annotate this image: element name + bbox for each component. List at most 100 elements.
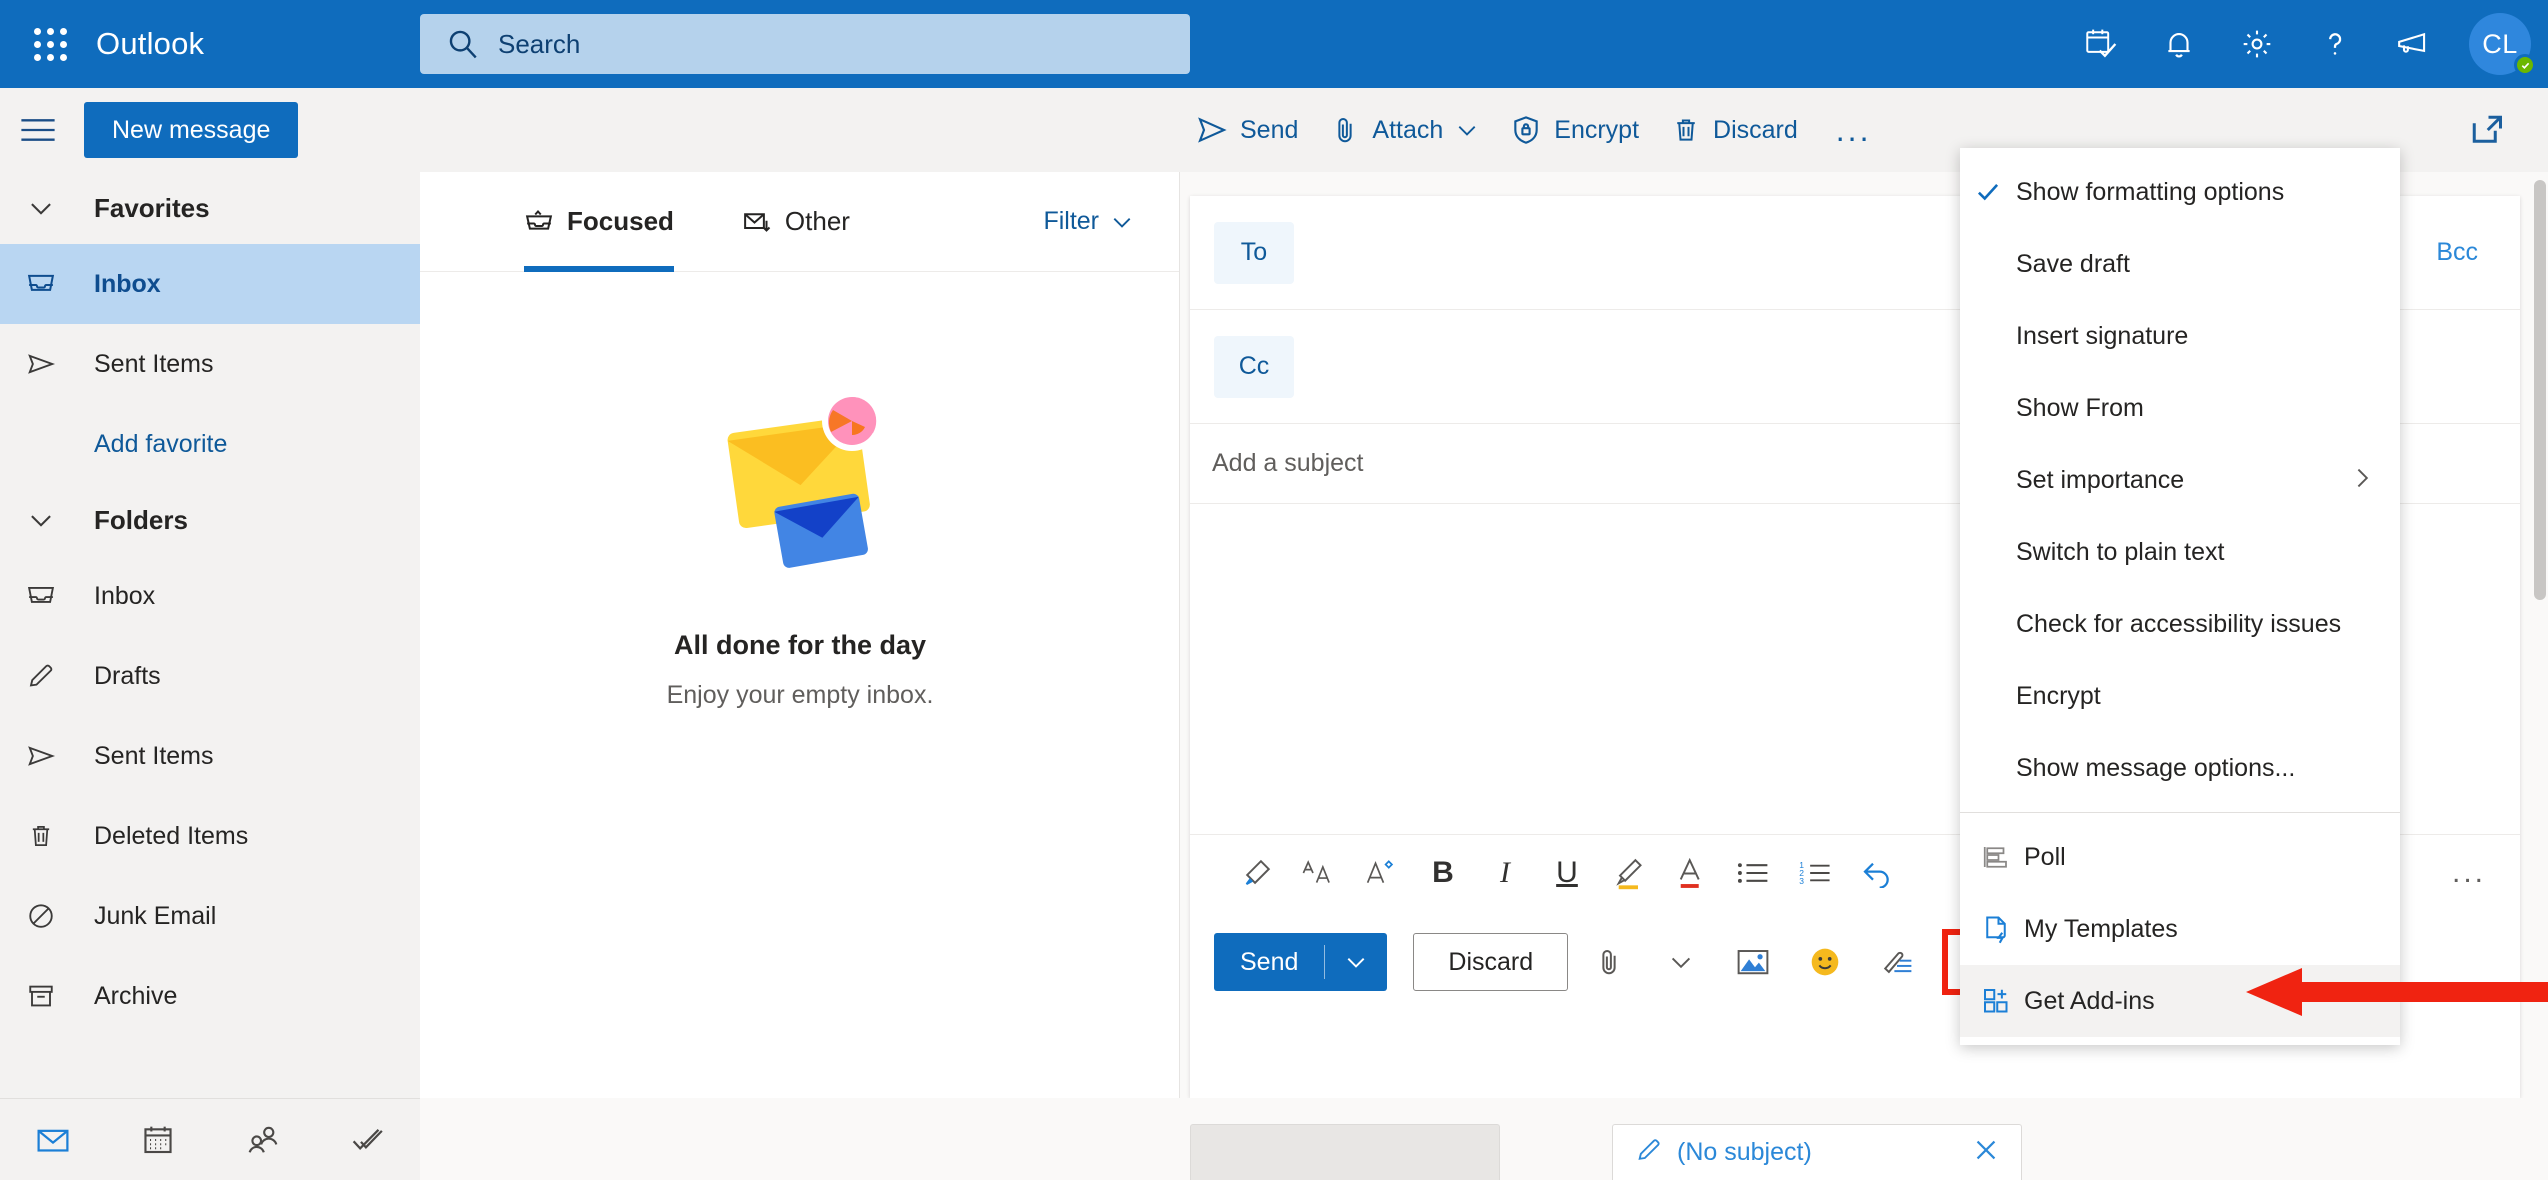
menu-item-check-accessibility[interactable]: Check for accessibility issues xyxy=(1960,588,2400,660)
scrollbar-thumb[interactable] xyxy=(2534,180,2546,600)
new-message-button[interactable]: New message xyxy=(84,102,299,158)
tab-other[interactable]: Other xyxy=(742,172,850,272)
menu-item-insert-signature[interactable]: Insert signature xyxy=(1960,300,2400,372)
subject-placeholder: Add a subject xyxy=(1212,449,1364,477)
chevron-down-icon xyxy=(24,195,58,221)
send-button-label: Send xyxy=(1240,947,1299,976)
cc-chip[interactable]: Cc xyxy=(1214,335,1294,398)
block-icon xyxy=(24,901,58,931)
folders-title: Folders xyxy=(94,504,188,535)
compose-more-command[interactable]: ... xyxy=(1814,88,1894,172)
sidebar-label: Inbox xyxy=(94,581,156,610)
bulleted-list-icon[interactable] xyxy=(1722,842,1784,904)
discard-command[interactable]: Discard xyxy=(1655,88,1814,172)
discard-button[interactable]: Discard xyxy=(1413,933,1569,991)
menu-item-save-draft[interactable]: Save draft xyxy=(1960,228,2400,300)
focused-inbox-icon xyxy=(525,209,553,230)
archive-icon xyxy=(24,981,58,1011)
menu-item-label: Encrypt xyxy=(2016,681,2101,710)
calendar-app-icon[interactable] xyxy=(105,1099,210,1180)
send-options-chevron-icon[interactable] xyxy=(1325,951,1387,973)
draft-tab[interactable]: (No subject) xyxy=(1612,1124,2022,1180)
send-button[interactable]: Send xyxy=(1214,933,1388,991)
empty-inbox-illustration xyxy=(727,391,882,568)
attach-chevron-icon[interactable] xyxy=(1650,931,1712,993)
addins-icon xyxy=(1968,986,2024,1016)
popout-icon[interactable] xyxy=(2454,88,2520,172)
chevron-down-icon xyxy=(24,507,58,533)
empty-state-subtitle: Enjoy your empty inbox. xyxy=(666,681,934,709)
help-icon[interactable] xyxy=(2296,0,2374,88)
undo-icon[interactable] xyxy=(1846,842,1908,904)
menu-item-poll[interactable]: Poll xyxy=(1960,821,2400,893)
mail-app-icon[interactable] xyxy=(0,1099,105,1180)
gear-icon[interactable] xyxy=(2218,0,2296,88)
font-size-icon[interactable] xyxy=(1350,842,1412,904)
sidebar-item-inbox[interactable]: Inbox xyxy=(0,556,420,636)
numbered-list-icon[interactable]: 123 xyxy=(1784,842,1846,904)
formatting-more-button[interactable]: ... xyxy=(2452,856,2486,890)
menu-item-show-formatting-options[interactable]: Show formatting options xyxy=(1960,156,2400,228)
people-app-icon[interactable] xyxy=(210,1099,315,1180)
attach-icon[interactable] xyxy=(1578,931,1640,993)
menu-item-label: Set importance xyxy=(2016,465,2185,494)
hamburger-menu-icon[interactable] xyxy=(0,88,76,172)
sidebar-item-deleted-items[interactable]: Deleted Items xyxy=(0,796,420,876)
menu-item-set-importance[interactable]: Set importance xyxy=(1960,444,2400,516)
vertical-scrollbar[interactable] xyxy=(2532,180,2548,1090)
close-icon[interactable] xyxy=(1973,1137,1999,1168)
italic-icon[interactable]: I xyxy=(1474,842,1536,904)
bold-icon[interactable]: B xyxy=(1412,842,1474,904)
menu-item-label: Check for accessibility issues xyxy=(2016,609,2342,638)
send-command-label: Send xyxy=(1240,115,1299,144)
underline-icon[interactable]: U xyxy=(1536,842,1598,904)
filter-button[interactable]: Filter xyxy=(1043,207,1133,236)
sidebar-item-drafts[interactable]: Drafts xyxy=(0,636,420,716)
menu-item-show-message-options[interactable]: Show message options... xyxy=(1960,732,2400,804)
todo-app-icon[interactable] xyxy=(315,1099,420,1180)
font-icon[interactable] xyxy=(1288,842,1350,904)
templates-icon xyxy=(1968,914,2024,944)
sidebar-item-favorites-sent[interactable]: Sent Items xyxy=(0,324,420,404)
megaphone-icon[interactable] xyxy=(2374,0,2452,88)
signature-icon[interactable] xyxy=(1866,931,1928,993)
font-color-icon[interactable] xyxy=(1660,842,1722,904)
menu-item-switch-to-plain-text[interactable]: Switch to plain text xyxy=(1960,516,2400,588)
send-command[interactable]: Send xyxy=(1180,88,1314,172)
sidebar-item-junk-email[interactable]: Junk Email xyxy=(0,876,420,956)
filter-label: Filter xyxy=(1043,207,1099,235)
bcc-button[interactable]: Bcc xyxy=(2436,238,2478,267)
tab-focused[interactable]: Focused xyxy=(524,172,674,272)
sidebar-item-archive[interactable]: Archive xyxy=(0,956,420,1036)
folders-group-header[interactable]: Folders xyxy=(0,484,420,556)
empty-inbox-state: All done for the day Enjoy your empty in… xyxy=(420,272,1180,1098)
left-sidebar: Favorites Inbox Sent Items Add favorite … xyxy=(0,172,420,1098)
avatar[interactable]: CL xyxy=(2452,0,2548,88)
menu-item-my-templates[interactable]: My Templates xyxy=(1960,893,2400,965)
search-input[interactable]: Search xyxy=(420,14,1190,74)
app-launcher-icon[interactable] xyxy=(12,27,88,61)
sidebar-item-favorites-inbox[interactable]: Inbox xyxy=(0,244,420,324)
calendar-check-icon[interactable] xyxy=(2062,0,2140,88)
add-favorite-button[interactable]: Add favorite xyxy=(0,404,420,484)
poll-icon xyxy=(1968,843,2024,871)
inbox-icon xyxy=(24,270,58,298)
send-icon xyxy=(24,349,58,379)
compose-command-bar: Send Attach Encrypt Discard ... xyxy=(1180,88,1893,172)
to-chip[interactable]: To xyxy=(1214,221,1294,284)
bell-icon[interactable] xyxy=(2140,0,2218,88)
menu-item-encrypt[interactable]: Encrypt xyxy=(1960,660,2400,732)
emoji-icon[interactable] xyxy=(1794,931,1856,993)
sidebar-item-sent-items[interactable]: Sent Items xyxy=(0,716,420,796)
highlight-icon[interactable] xyxy=(1598,842,1660,904)
chevron-right-icon xyxy=(2350,466,2374,495)
app-switcher-bar xyxy=(0,1098,420,1180)
collapsed-draft-placeholder[interactable] xyxy=(1190,1124,1500,1180)
favorites-group-header[interactable]: Favorites xyxy=(0,172,420,244)
attach-command[interactable]: Attach xyxy=(1314,88,1494,172)
format-painter-icon[interactable] xyxy=(1226,842,1288,904)
search-icon xyxy=(446,27,480,61)
encrypt-command[interactable]: Encrypt xyxy=(1494,88,1655,172)
insert-picture-icon[interactable] xyxy=(1722,931,1784,993)
menu-item-show-from[interactable]: Show From xyxy=(1960,372,2400,444)
